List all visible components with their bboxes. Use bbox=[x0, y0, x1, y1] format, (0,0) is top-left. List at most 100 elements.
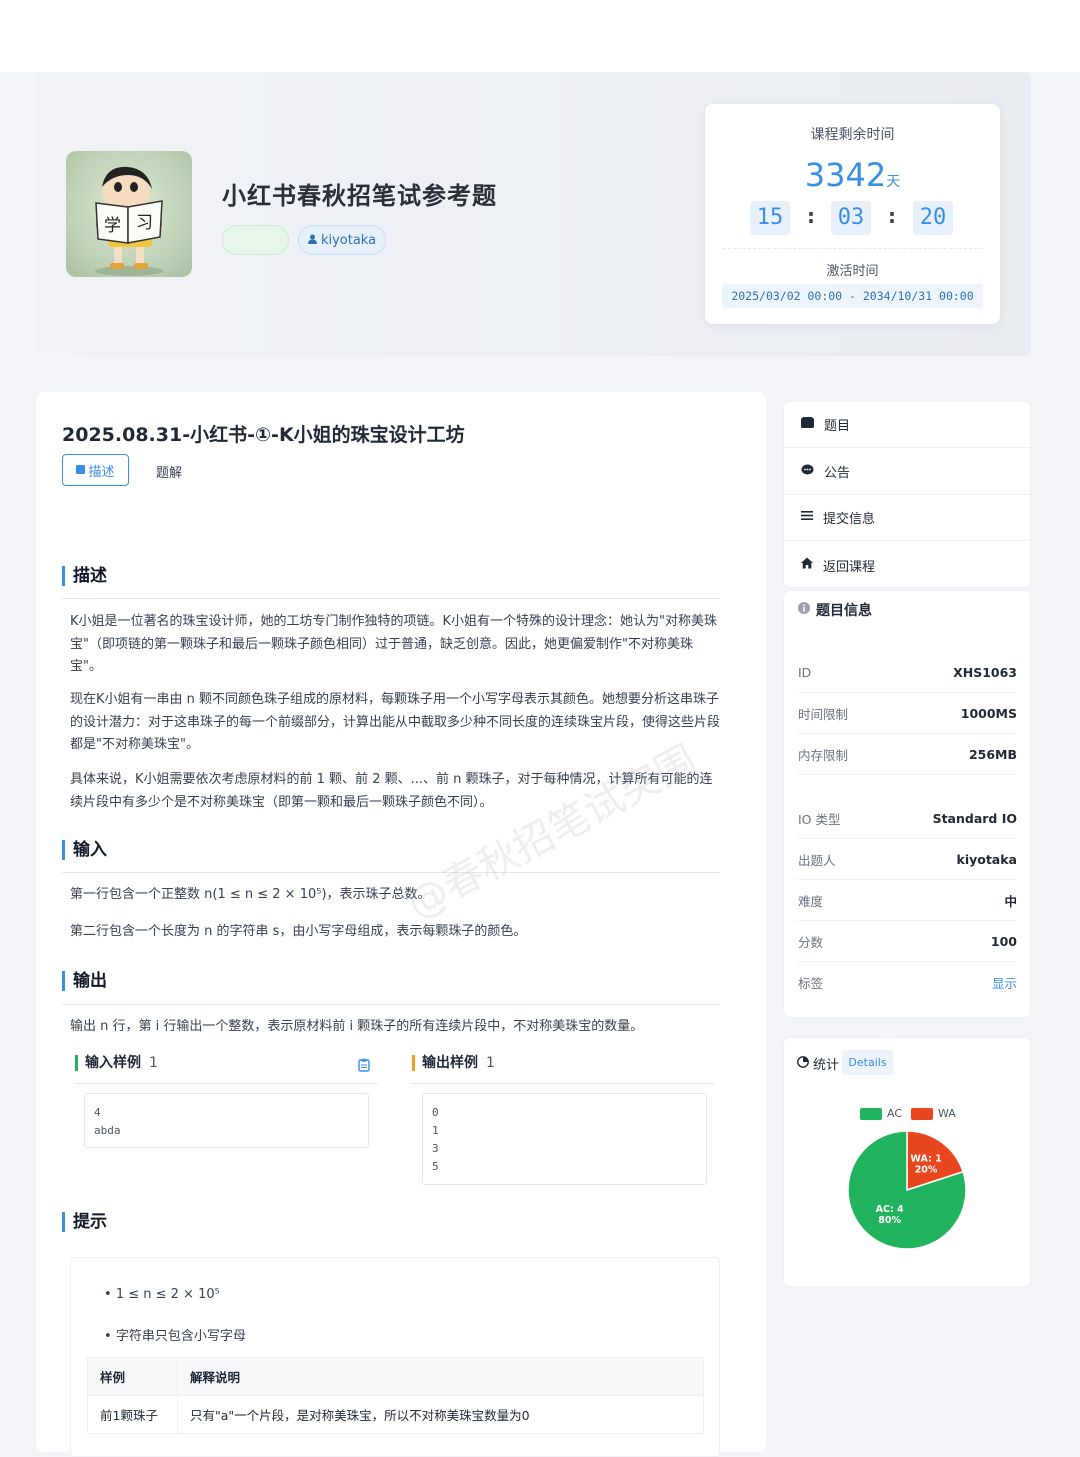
home-icon bbox=[801, 557, 813, 573]
hint-bullet: • 1 ≤ n ≤ 2 × 10⁵ bbox=[104, 1287, 220, 1302]
pie-label-wa: WA: 1 bbox=[910, 1154, 941, 1165]
course-title: 小红书春秋招笔试参考题 bbox=[222, 182, 497, 210]
info-row-tags: 标签 显示 bbox=[798, 962, 1017, 1003]
hint-bullet-text: 字符串只包含小写字母 bbox=[115, 1329, 246, 1344]
info-row-id: ID XHS1063 bbox=[798, 652, 1017, 693]
author-name: kiyotaka bbox=[320, 232, 377, 248]
author-badge[interactable]: kiyotaka bbox=[298, 225, 386, 255]
info-value: 256MB bbox=[968, 746, 1017, 762]
output-paragraph: 输出 n 行，第 i 行输出一个整数，表示原材料前 i 颗珠子的所有连续片段中，… bbox=[70, 1019, 644, 1034]
days-value: 3342 bbox=[804, 156, 887, 194]
info-key: 分数 bbox=[798, 934, 824, 950]
description-paragraph: 现在K小姐有一串由 n 颗不同颜色珠子组成的原材料，每颗珠子用一个小写字母表示其… bbox=[70, 692, 721, 752]
chat-icon bbox=[801, 464, 814, 480]
sample-input-label: 输入样例 bbox=[85, 1055, 141, 1071]
hint-bullet-text: 1 ≤ n ≤ 2 × 10⁵ bbox=[115, 1287, 220, 1302]
info-value: Standard IO bbox=[932, 810, 1017, 826]
list-icon bbox=[801, 510, 813, 525]
sidebar-item-label: 题目 bbox=[824, 419, 851, 434]
sidebar-item-problem[interactable]: 题目 bbox=[784, 402, 1032, 448]
table-row: 前1颗珠子 只有"a"一个片段，是对称美珠宝，所以不对称美珠宝数量为0 bbox=[87, 1395, 704, 1434]
sidebar-item-back-to-course[interactable]: 返回课程 bbox=[784, 542, 1032, 588]
divider bbox=[62, 598, 720, 599]
info-key: IO 类型 bbox=[798, 811, 841, 827]
sidebar-item-label: 返回课程 bbox=[823, 559, 876, 575]
user-icon bbox=[307, 233, 317, 248]
input-paragraph: 第一行包含一个正整数 n(1 ≤ n ≤ 2 × 10⁵)，表示珠子总数。 bbox=[70, 887, 431, 902]
problem-info-title-text: 题目信息 bbox=[816, 603, 872, 619]
divider bbox=[412, 1083, 715, 1084]
sidebar-item-submissions[interactable]: 提交信息 bbox=[784, 495, 1032, 541]
book-icon bbox=[801, 416, 814, 433]
sidebar-item-announcement[interactable]: 公告 bbox=[784, 449, 1032, 495]
input-paragraph: 第二行包含一个长度为 n 的字符串 s，由小写字母组成，表示每颗珠子的颜色。 bbox=[70, 924, 527, 939]
info-key: 出题人 bbox=[798, 852, 836, 868]
info-row-memory-limit: 内存限制 256MB bbox=[798, 734, 1017, 775]
info-key: 难度 bbox=[798, 893, 824, 909]
divider bbox=[723, 248, 982, 249]
divider bbox=[75, 1083, 378, 1084]
legend-item-ac[interactable]: AC bbox=[860, 1107, 902, 1120]
info-value: 中 bbox=[1004, 893, 1017, 909]
info-row-score: 分数 100 bbox=[798, 921, 1017, 962]
legend-label: WA bbox=[938, 1107, 956, 1120]
pie-label-ac: AC: 4 bbox=[876, 1204, 904, 1215]
divider bbox=[62, 1004, 720, 1005]
activation-label: 激活时间 bbox=[826, 264, 879, 279]
tab-description[interactable]: 描述 bbox=[62, 454, 129, 486]
info-value: kiyotaka bbox=[956, 851, 1018, 867]
sample-input-heading: 输入样例 1 bbox=[75, 1055, 158, 1071]
top-bar bbox=[0, 0, 1080, 72]
legend-label: AC bbox=[887, 1107, 903, 1120]
pie-label-ac: 80% bbox=[878, 1215, 901, 1226]
sample-output-code: 0 1 3 5 bbox=[422, 1093, 707, 1185]
section-description-heading: 描述 bbox=[62, 566, 107, 586]
problem-title: 2025.08.31-小红书-①-K小姐的珠宝设计工坊 bbox=[62, 424, 465, 446]
info-row-io-type: IO 类型 Standard IO bbox=[798, 798, 1017, 839]
problem-info-title: 题目信息 bbox=[798, 600, 872, 620]
table-header-row: 样例 解释说明 bbox=[87, 1357, 704, 1396]
pie-chart-icon bbox=[797, 1055, 809, 1072]
sample-input-index: 1 bbox=[149, 1055, 158, 1071]
countdown-minutes: 03 bbox=[831, 201, 871, 235]
table-cell: 前1颗珠子 bbox=[87, 1395, 178, 1434]
colon: : bbox=[888, 204, 896, 228]
description-paragraph: 具体来说，K小姐需要依次考虑原材料的前 1 颗、前 2 颗、...、前 n 颗珠… bbox=[70, 772, 713, 810]
legend-item-wa[interactable]: WA bbox=[911, 1107, 956, 1120]
svg-text:习: 习 bbox=[136, 213, 153, 233]
legend-swatch bbox=[860, 1107, 882, 1120]
section-hint-heading: 提示 bbox=[62, 1212, 107, 1232]
countdown-days: 3342天 bbox=[705, 156, 1000, 194]
sample-output-label: 输出样例 bbox=[422, 1055, 478, 1071]
details-button[interactable]: Details bbox=[842, 1050, 893, 1075]
info-row-difficulty: 难度 中 bbox=[798, 880, 1017, 921]
colon: : bbox=[807, 204, 815, 228]
table-header: 样例 bbox=[87, 1357, 178, 1396]
info-row-time-limit: 时间限制 1000MS bbox=[798, 693, 1017, 734]
statistics-title-text: 统计 bbox=[813, 1058, 840, 1073]
document-icon bbox=[76, 463, 86, 478]
course-avatar: 学 习 bbox=[66, 151, 192, 277]
table-header: 解释说明 bbox=[177, 1357, 704, 1396]
sample-input-code: 4 abda bbox=[84, 1093, 369, 1148]
days-unit: 天 bbox=[886, 174, 901, 190]
sample-output-index: 1 bbox=[486, 1055, 495, 1071]
info-key: 标签 bbox=[798, 976, 824, 991]
tab-solution[interactable]: 题解 bbox=[156, 462, 182, 481]
copy-icon[interactable] bbox=[358, 1057, 370, 1072]
show-tags-link[interactable]: 显示 bbox=[992, 973, 1017, 992]
info-value: 1000MS bbox=[960, 705, 1017, 721]
statistics-title: 统计 bbox=[797, 1054, 839, 1073]
description-paragraph: K小姐是一位著名的珠宝设计师，她的工坊专门制作独特的项链。K小姐有一个特殊的设计… bbox=[70, 614, 718, 674]
section-input-heading: 输入 bbox=[62, 840, 107, 860]
info-key: 时间限制 bbox=[798, 706, 849, 722]
sidebar-item-label: 提交信息 bbox=[823, 512, 876, 527]
divider bbox=[62, 872, 720, 873]
activation-range: 2025/03/02 00:00 - 2034/10/31 00:00 bbox=[722, 284, 983, 308]
info-key: 内存限制 bbox=[798, 747, 849, 763]
tab-description-label: 描述 bbox=[88, 464, 115, 480]
info-value: XHS1063 bbox=[953, 664, 1017, 680]
info-row-author: 出题人 kiyotaka bbox=[798, 839, 1017, 880]
pie-label-wa: 20% bbox=[915, 1165, 938, 1176]
course-tag bbox=[222, 225, 289, 255]
